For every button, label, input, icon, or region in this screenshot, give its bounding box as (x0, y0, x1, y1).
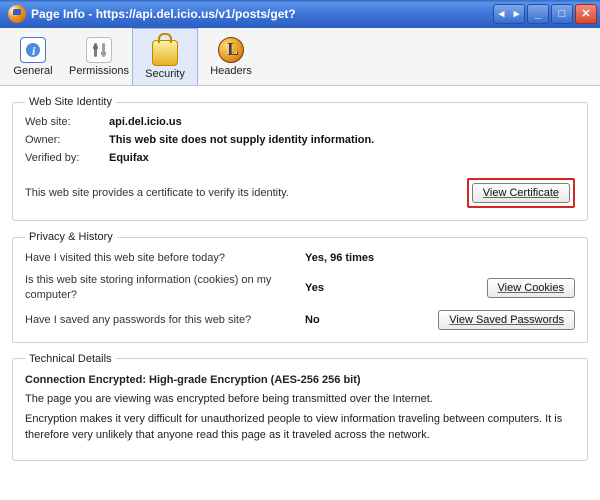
identity-footer: This web site provides a certificate to … (25, 178, 575, 208)
window-controls: ◂ ▸ _ □ ✕ (493, 4, 597, 24)
technical-body: Connection Encrypted: High-grade Encrypt… (25, 373, 575, 444)
info-icon (20, 37, 46, 63)
verified-value: Equifax (109, 152, 575, 164)
technical-legend: Technical Details (25, 353, 116, 365)
privacy-grid: Have I visited this web site before toda… (25, 251, 575, 330)
website-value: api.del.icio.us (109, 116, 575, 128)
technical-group: Technical Details Connection Encrypted: … (12, 353, 588, 461)
chevron-left-icon: ◂ (499, 9, 505, 20)
category-toolbar: General Permissions Security Headers (0, 28, 600, 86)
headers-icon (218, 37, 244, 63)
tab-headers[interactable]: Headers (198, 28, 264, 85)
identity-legend: Web Site Identity (25, 96, 116, 108)
identity-grid: Web site: api.del.icio.us Owner: This we… (25, 116, 575, 164)
cookies-value: Yes (305, 282, 405, 294)
technical-line1: The page you are viewing was encrypted b… (25, 392, 575, 408)
window-title: Page Info - https://api.del.icio.us/v1/p… (31, 7, 493, 21)
content-area: Web Site Identity Web site: api.del.icio… (0, 86, 600, 500)
certificate-msg: This web site provides a certificate to … (25, 187, 289, 199)
view-certificate-button[interactable]: View Certificate (472, 183, 570, 203)
title-url: https://api.del.icio.us/v1/posts/get? (96, 7, 296, 21)
owner-value: This web site does not supply identity i… (109, 134, 575, 146)
privacy-group: Privacy & History Have I visited this we… (12, 231, 588, 343)
chevron-right-icon: ▸ (514, 9, 520, 20)
owner-label: Owner: (25, 134, 109, 146)
view-passwords-button[interactable]: View Saved Passwords (438, 310, 575, 330)
app-icon (8, 5, 26, 23)
view-cookies-button[interactable]: View Cookies (487, 278, 575, 298)
tab-permissions[interactable]: Permissions (66, 28, 132, 85)
minimize-button[interactable]: _ (527, 4, 549, 24)
tab-security-label: Security (145, 68, 185, 80)
sliders-icon (86, 37, 112, 63)
tab-permissions-label: Permissions (69, 65, 129, 77)
close-icon: ✕ (581, 9, 590, 20)
tab-general[interactable]: General (0, 28, 66, 85)
title-prefix: Page Info - (31, 7, 92, 21)
tab-security[interactable]: Security (132, 28, 198, 85)
technical-line2: Encryption makes it very difficult for u… (25, 412, 575, 444)
maximize-button[interactable]: □ (551, 4, 573, 24)
website-label: Web site: (25, 116, 109, 128)
cookies-label: Is this web site storing information (co… (25, 273, 305, 302)
lock-icon (152, 40, 178, 66)
window-titlebar: Page Info - https://api.del.icio.us/v1/p… (0, 0, 600, 28)
close-button[interactable]: ✕ (575, 4, 597, 24)
passwords-value: No (305, 314, 405, 326)
visited-value: Yes, 96 times (305, 252, 405, 264)
nav-pair-button[interactable]: ◂ ▸ (493, 4, 525, 24)
minimize-icon: _ (535, 9, 541, 20)
view-certificate-highlight: View Certificate (467, 178, 575, 208)
maximize-icon: □ (559, 9, 566, 20)
tab-general-label: General (13, 65, 52, 77)
identity-group: Web Site Identity Web site: api.del.icio… (12, 96, 588, 221)
tab-headers-label: Headers (210, 65, 252, 77)
privacy-legend: Privacy & History (25, 231, 117, 243)
verified-label: Verified by: (25, 152, 109, 164)
visited-label: Have I visited this web site before toda… (25, 251, 305, 265)
technical-heading: Connection Encrypted: High-grade Encrypt… (25, 373, 575, 389)
passwords-label: Have I saved any passwords for this web … (25, 313, 305, 327)
